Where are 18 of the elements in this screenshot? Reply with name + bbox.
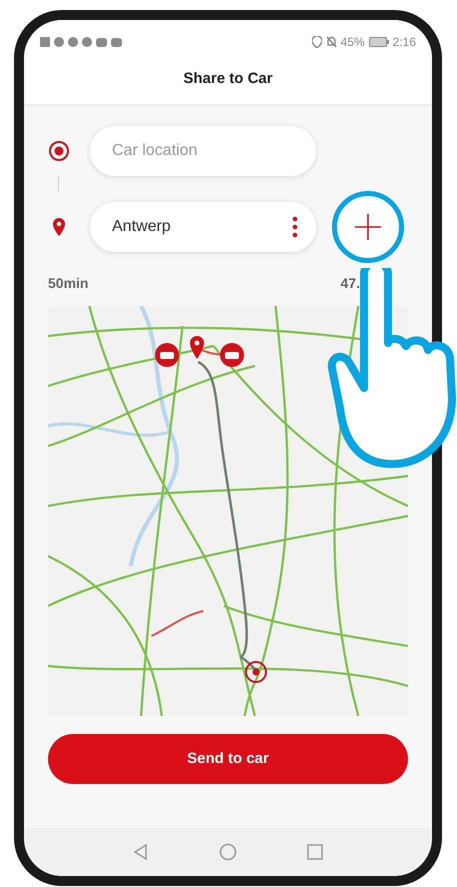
screen-title: Share to Car <box>183 68 273 89</box>
location-icon <box>312 36 322 48</box>
map-pin-icon <box>189 336 205 360</box>
target-icon <box>48 140 70 162</box>
back-icon[interactable] <box>133 844 149 860</box>
trip-distance: 47. <box>340 274 360 293</box>
plus-icon <box>355 214 381 240</box>
car-location-field[interactable]: Car location <box>90 126 316 176</box>
send-to-car-button[interactable]: Send to car <box>48 734 408 784</box>
status-time: 2:16 <box>392 34 416 51</box>
car-location-marker-icon <box>244 660 268 684</box>
recents-icon[interactable] <box>307 844 323 860</box>
battery-icon <box>368 37 389 47</box>
home-icon[interactable] <box>219 843 237 861</box>
trip-duration: 50min <box>48 274 88 293</box>
destination-field[interactable]: Antwerp <box>90 202 316 252</box>
battery-percent: 45% <box>340 34 365 51</box>
more-options-icon[interactable] <box>292 216 298 238</box>
